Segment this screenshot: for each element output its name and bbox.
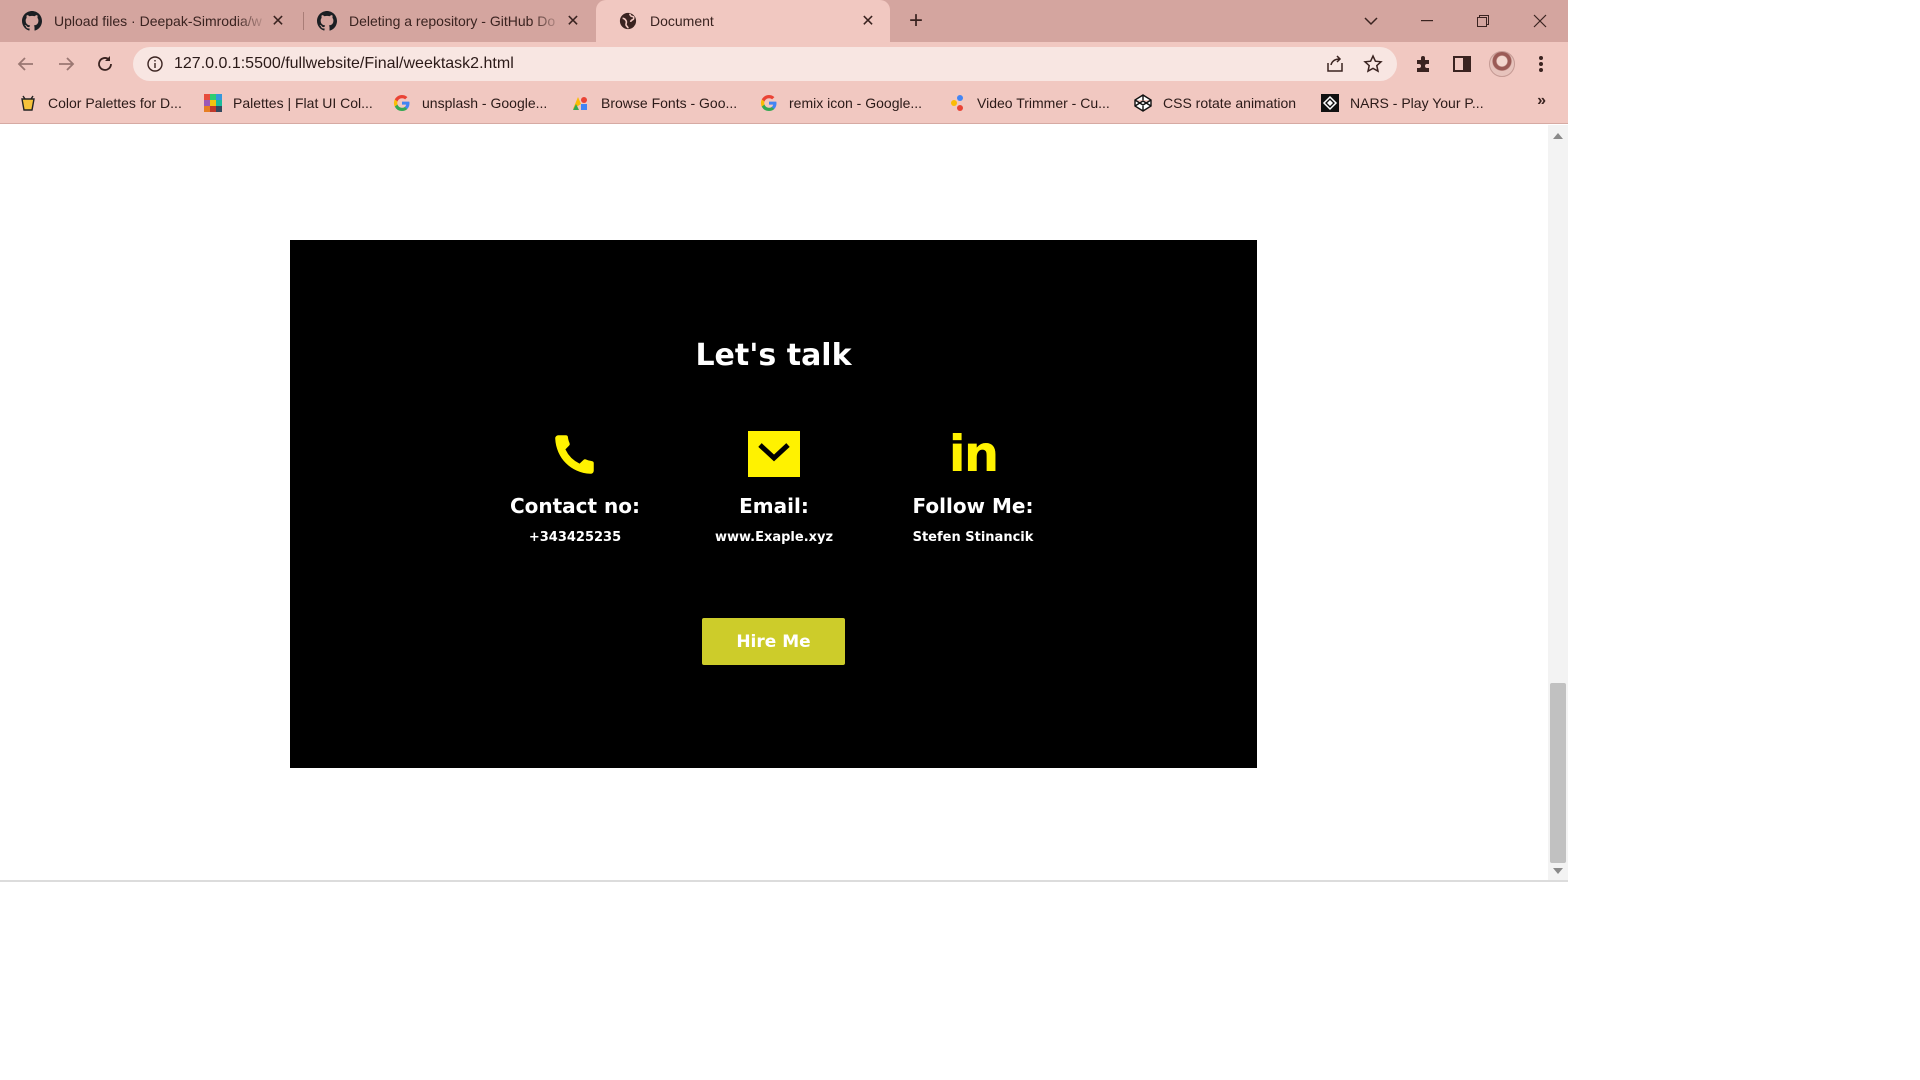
extensions-icon[interactable]	[1411, 52, 1435, 76]
codepen-icon	[1133, 93, 1153, 113]
arrow-right-icon	[59, 57, 75, 71]
phone-icon	[545, 428, 605, 480]
bookmark-flat-ui[interactable]: Palettes | Flat UI Col...	[203, 86, 373, 120]
tab-title: Deleting a repository - GitHub Do	[349, 13, 556, 29]
contact-value: Stefen Stinancik	[912, 530, 1034, 545]
share-icon[interactable]	[1325, 54, 1345, 74]
new-tab-button[interactable]: +	[904, 7, 928, 34]
video-trimmer-icon	[947, 93, 967, 113]
contact-label: Follow Me:	[912, 494, 1034, 518]
close-icon	[1533, 14, 1547, 28]
chevron-down-icon	[1364, 17, 1378, 26]
close-tab-icon[interactable]: ✕	[268, 11, 288, 31]
bookmark-remix-icon[interactable]: remix icon - Google...	[759, 86, 922, 120]
close-window-button[interactable]	[1512, 0, 1568, 42]
bookmark-label: remix icon - Google...	[789, 95, 923, 111]
bookmark-label: Video Trimmer - Cu...	[977, 95, 1110, 111]
contact-value: www.Exaple.xyz	[714, 530, 834, 545]
minimize-icon	[1421, 20, 1433, 22]
globe-icon	[618, 11, 638, 31]
contact-label: Email:	[739, 494, 809, 518]
contact-email: Email: www.Exaple.xyz	[674, 428, 874, 545]
bookmark-css-rotate[interactable]: CSS rotate animation	[1133, 86, 1296, 120]
page-viewport: Let's talk Contact no: +343425235 Email:…	[0, 125, 1548, 880]
bookmark-color-palettes[interactable]: Color Palettes for D...	[18, 86, 182, 120]
contact-value: +343425235	[528, 530, 622, 545]
bookmark-label: NARS - Play Your P...	[1350, 95, 1484, 111]
scroll-down-arrow-icon[interactable]	[1553, 868, 1563, 874]
google-icon	[759, 93, 779, 113]
github-icon	[22, 11, 42, 31]
profile-avatar[interactable]	[1489, 51, 1515, 77]
close-tab-icon[interactable]: ✕	[858, 11, 878, 31]
forward-button[interactable]	[52, 50, 80, 78]
section-heading: Let's talk	[695, 338, 852, 373]
address-bar[interactable]: 127.0.0.1:5500/fullwebsite/Final/weektas…	[133, 47, 1397, 81]
palette-site-icon	[18, 93, 38, 113]
tab-document[interactable]: Document ✕	[596, 0, 890, 42]
bookmarks-overflow-button[interactable]: »	[1537, 92, 1546, 110]
tab-title: Document	[650, 13, 714, 29]
bookmark-browse-fonts[interactable]: Browse Fonts - Goo...	[571, 86, 737, 120]
minimize-button[interactable]	[1399, 0, 1455, 42]
restore-button[interactable]	[1455, 0, 1511, 42]
close-tab-icon[interactable]: ✕	[563, 11, 583, 31]
restore-icon	[1477, 15, 1489, 27]
vertical-scrollbar[interactable]	[1548, 125, 1568, 880]
linkedin-glyph: in	[948, 425, 1000, 483]
tab-strip: Upload files · Deepak-Simrodia/w ✕ Delet…	[0, 0, 1568, 42]
side-panel-icon[interactable]	[1450, 52, 1474, 76]
tab-deleting-repository[interactable]: Deleting a repository - GitHub Do ✕	[295, 0, 595, 42]
url-text[interactable]: 127.0.0.1:5500/fullwebsite/Final/weektas…	[174, 55, 514, 73]
nars-icon	[1320, 93, 1340, 113]
google-fonts-icon	[571, 93, 591, 113]
reload-button[interactable]	[91, 50, 119, 78]
tab-title: Upload files · Deepak-Simrodia/w	[54, 13, 262, 29]
arrow-left-icon	[17, 57, 33, 71]
window-bottom-border	[0, 880, 1568, 882]
tab-search-button[interactable]	[1343, 0, 1399, 42]
hire-me-button[interactable]: Hire Me	[702, 618, 845, 665]
mail-icon	[744, 428, 804, 480]
contact-phone: Contact no: +343425235	[475, 428, 675, 545]
reload-icon	[98, 56, 112, 71]
bookmark-nars[interactable]: NARS - Play Your P...	[1320, 86, 1484, 120]
scroll-up-arrow-icon[interactable]	[1553, 133, 1563, 139]
info-icon[interactable]	[146, 55, 164, 73]
bookmark-label: Browse Fonts - Goo...	[601, 95, 738, 111]
scrollbar-thumb[interactable]	[1550, 683, 1566, 863]
bookmark-label: Palettes | Flat UI Col...	[233, 95, 373, 111]
bookmark-star-icon[interactable]	[1363, 54, 1383, 74]
contact-section: Let's talk Contact no: +343425235 Email:…	[290, 240, 1257, 768]
contact-label: Contact no:	[509, 494, 641, 518]
bookmark-label: Color Palettes for D...	[48, 95, 182, 111]
bookmark-label: CSS rotate animation	[1163, 95, 1297, 111]
browser-toolbar: 127.0.0.1:5500/fullwebsite/Final/weektas…	[0, 42, 1568, 86]
linkedin-icon[interactable]: in	[943, 428, 1003, 480]
contact-linkedin: in Follow Me: Stefen Stinancik	[873, 428, 1073, 545]
tab-upload-files[interactable]: Upload files · Deepak-Simrodia/w ✕	[0, 0, 300, 42]
bookmark-video-trimmer[interactable]: Video Trimmer - Cu...	[947, 86, 1110, 120]
bookmark-label: unsplash - Google...	[422, 95, 548, 111]
google-icon	[392, 93, 412, 113]
menu-kebab-icon[interactable]	[1529, 52, 1553, 76]
back-button[interactable]	[12, 50, 40, 78]
flatui-icon	[203, 93, 223, 113]
bookmark-unsplash[interactable]: unsplash - Google...	[392, 86, 547, 120]
bookmarks-bar: Color Palettes for D... Palettes | Flat …	[0, 86, 1568, 124]
github-icon	[317, 11, 337, 31]
